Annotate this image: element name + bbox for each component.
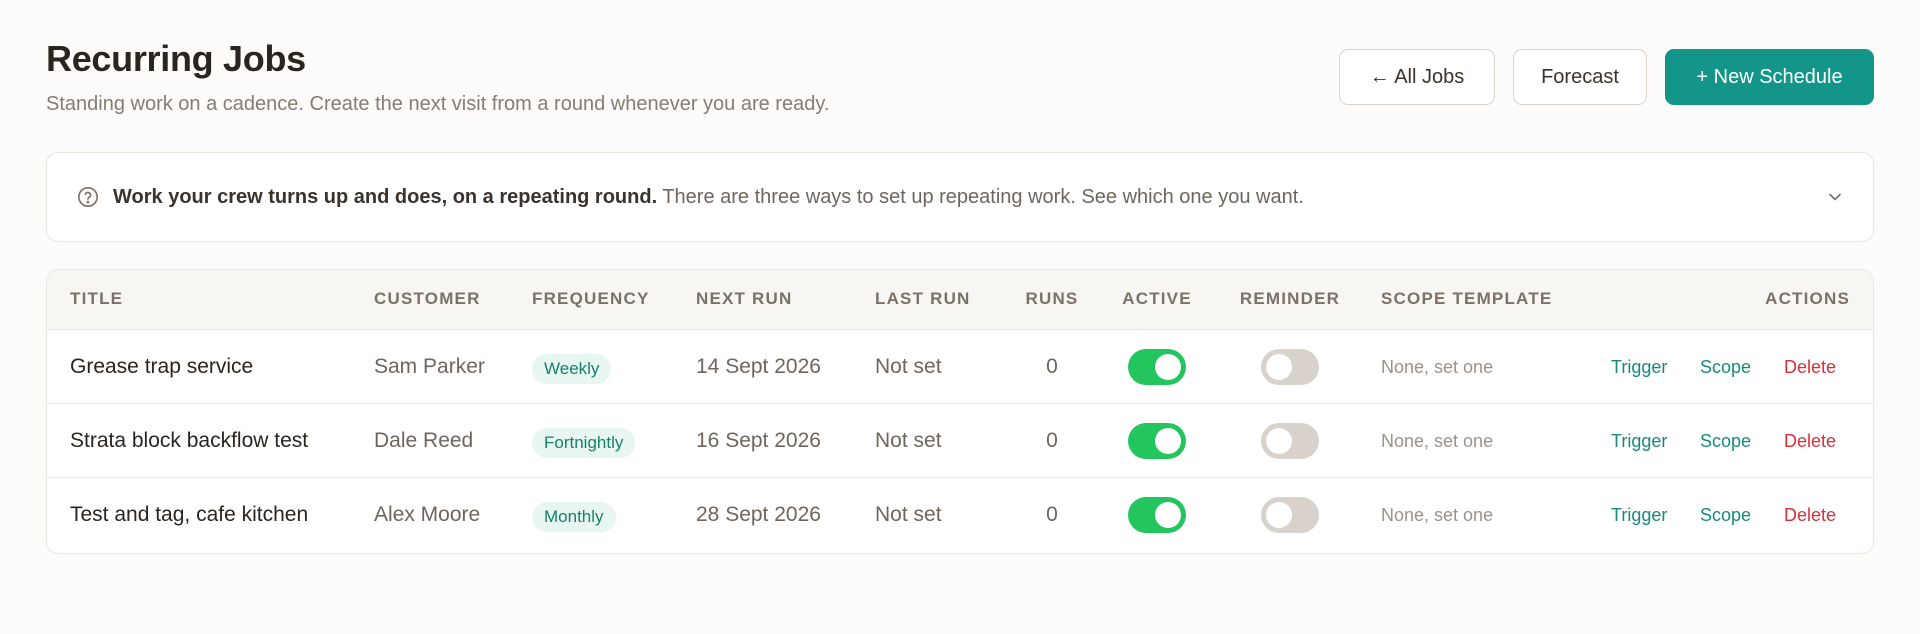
toggle-knob xyxy=(1155,354,1181,380)
row-scope-template[interactable]: None, set one xyxy=(1381,404,1493,478)
active-toggle[interactable] xyxy=(1128,423,1186,459)
table-row: Test and tag, cafe kitchen Alex Moore Mo… xyxy=(47,478,1873,552)
row-reminder xyxy=(1235,330,1345,404)
row-title[interactable]: Strata block backflow test xyxy=(70,404,308,478)
toggle-knob xyxy=(1266,428,1292,454)
row-runs: 0 xyxy=(1046,429,1058,452)
row-active xyxy=(1117,478,1197,552)
banner-description: There are three ways to set up repeating… xyxy=(657,185,1304,208)
column-header-title[interactable]: TITLE xyxy=(70,270,123,328)
title-block: Recurring Jobs Standing work on a cadenc… xyxy=(46,38,829,117)
column-header-scope-template: SCOPE TEMPLATE xyxy=(1381,289,1553,308)
row-reminder xyxy=(1235,404,1345,478)
toggle-knob xyxy=(1266,502,1292,528)
row-title[interactable]: Test and tag, cafe kitchen xyxy=(70,478,308,552)
row-scope-template[interactable]: None, set one xyxy=(1381,330,1493,404)
column-header-last-run[interactable]: LAST RUN xyxy=(875,270,971,328)
scope-link[interactable]: Scope xyxy=(1700,404,1751,478)
row-active xyxy=(1117,404,1197,478)
chevron-down-icon[interactable] xyxy=(1825,187,1845,207)
row-customer: Dale Reed xyxy=(374,429,474,452)
header-actions: ← All Jobs Forecast + New Schedule xyxy=(1339,49,1874,105)
trigger-link[interactable]: Trigger xyxy=(1611,404,1667,478)
column-header-reminder[interactable]: REMINDER xyxy=(1235,270,1345,328)
row-next-run: 14 Sept 2026 xyxy=(696,355,821,378)
row-title[interactable]: Grease trap service xyxy=(70,330,253,404)
toggle-knob xyxy=(1155,502,1181,528)
banner-heading: Work your crew turns up and does, on a r… xyxy=(113,185,658,208)
row-reminder xyxy=(1235,478,1345,552)
trigger-link[interactable]: Trigger xyxy=(1611,478,1667,552)
row-customer: Sam Parker xyxy=(374,355,485,378)
frequency-badge: Fortnightly xyxy=(532,428,636,458)
column-header-next-run[interactable]: NEXT RUN xyxy=(696,270,793,328)
recurring-jobs-table: TITLE CUSTOMER FREQUENCY NEXT RUN LAST R… xyxy=(46,269,1874,554)
banner-text: Work your crew turns up and does, on a r… xyxy=(113,186,1825,209)
new-schedule-button[interactable]: + New Schedule xyxy=(1665,49,1874,105)
row-runs: 0 xyxy=(1046,355,1058,378)
reminder-toggle[interactable] xyxy=(1261,497,1319,533)
active-toggle[interactable] xyxy=(1128,497,1186,533)
row-last-run: Not set xyxy=(875,503,942,526)
row-last-run: Not set xyxy=(875,355,942,378)
row-active xyxy=(1117,330,1197,404)
column-header-customer[interactable]: CUSTOMER xyxy=(374,270,481,328)
reminder-toggle[interactable] xyxy=(1261,349,1319,385)
page-title: Recurring Jobs xyxy=(46,38,306,79)
column-header-active[interactable]: ACTIVE xyxy=(1117,270,1197,328)
delete-link[interactable]: Delete xyxy=(1784,478,1836,552)
table-header: TITLE CUSTOMER FREQUENCY NEXT RUN LAST R… xyxy=(47,270,1873,330)
row-next-run: 16 Sept 2026 xyxy=(696,429,821,452)
active-toggle[interactable] xyxy=(1128,349,1186,385)
delete-link[interactable]: Delete xyxy=(1784,404,1836,478)
forecast-button[interactable]: Forecast xyxy=(1513,49,1647,105)
row-runs: 0 xyxy=(1046,503,1058,526)
column-header-actions: ACTIONS xyxy=(1765,289,1850,308)
info-banner[interactable]: Work your crew turns up and does, on a r… xyxy=(46,152,1874,242)
scope-link[interactable]: Scope xyxy=(1700,478,1751,552)
reminder-toggle[interactable] xyxy=(1261,423,1319,459)
delete-link[interactable]: Delete xyxy=(1784,330,1836,404)
row-frequency: Weekly xyxy=(532,330,612,404)
row-last-run: Not set xyxy=(875,429,942,452)
column-header-runs[interactable]: RUNS xyxy=(1017,270,1087,328)
row-frequency: Fortnightly xyxy=(532,404,636,478)
toggle-knob xyxy=(1266,354,1292,380)
page-subtitle: Standing work on a cadence. Create the n… xyxy=(46,93,830,115)
help-circle-icon xyxy=(78,187,98,207)
row-customer: Alex Moore xyxy=(374,503,481,526)
row-frequency: Monthly xyxy=(532,478,616,552)
table-body: Grease trap service Sam Parker Weekly 14… xyxy=(47,330,1873,552)
all-jobs-button[interactable]: ← All Jobs xyxy=(1339,49,1495,105)
trigger-link[interactable]: Trigger xyxy=(1611,330,1667,404)
table-row: Strata block backflow test Dale Reed For… xyxy=(47,404,1873,478)
recurring-jobs-page: Recurring Jobs Standing work on a cadenc… xyxy=(0,0,1920,634)
frequency-badge: Monthly xyxy=(532,502,616,532)
table-row: Grease trap service Sam Parker Weekly 14… xyxy=(47,330,1873,404)
frequency-badge: Weekly xyxy=(532,354,612,384)
column-header-frequency[interactable]: FREQUENCY xyxy=(532,270,650,328)
row-next-run: 28 Sept 2026 xyxy=(696,503,821,526)
toggle-knob xyxy=(1155,428,1181,454)
page-header: Recurring Jobs Standing work on a cadenc… xyxy=(46,0,1874,152)
scope-link[interactable]: Scope xyxy=(1700,330,1751,404)
row-scope-template[interactable]: None, set one xyxy=(1381,478,1493,552)
